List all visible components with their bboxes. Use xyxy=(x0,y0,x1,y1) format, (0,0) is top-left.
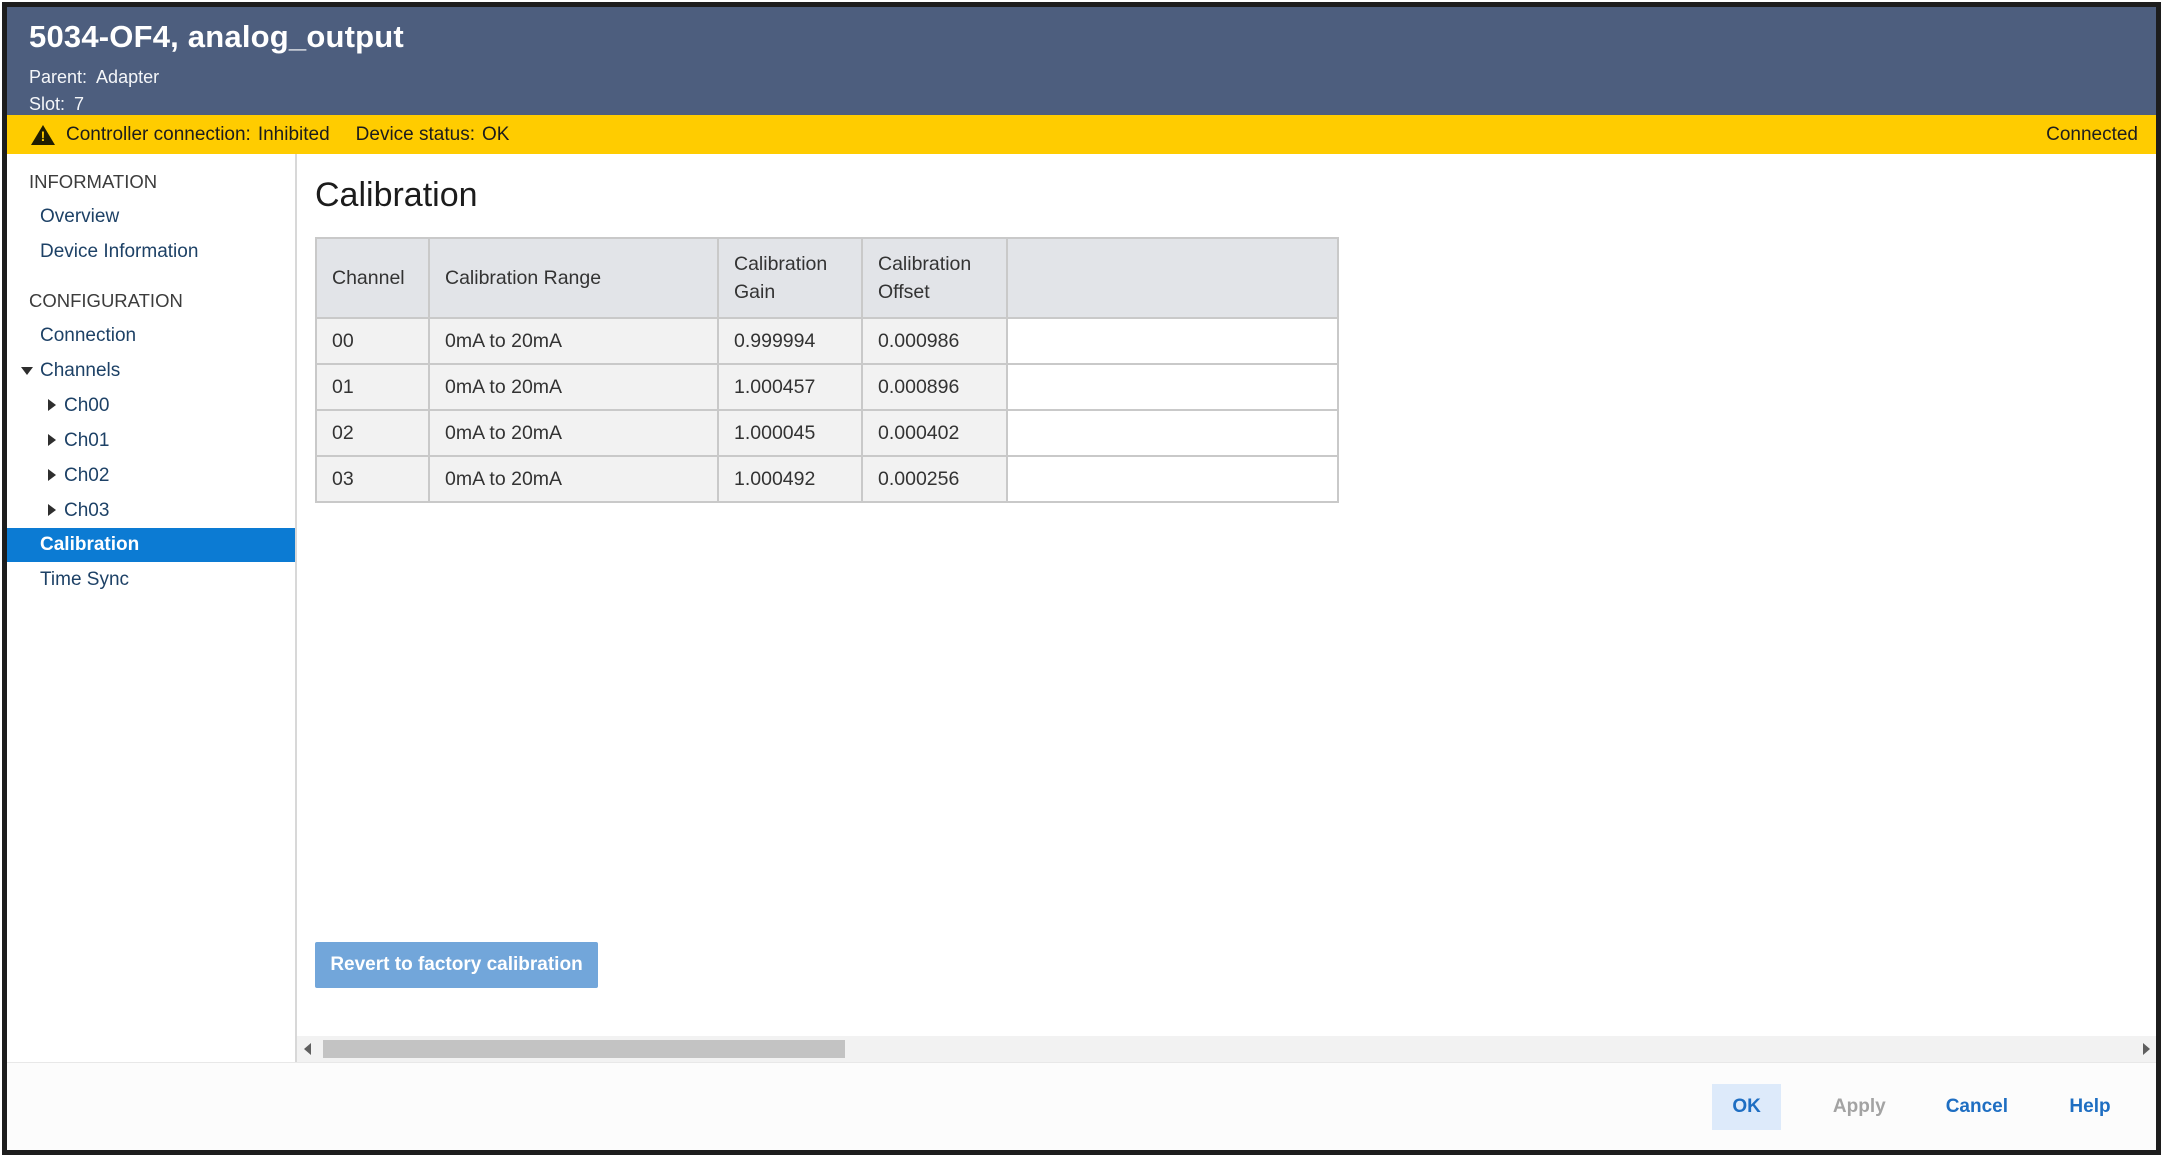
sidebar-item-ch03[interactable]: Ch03 xyxy=(7,493,295,528)
page-title: Calibration xyxy=(315,176,2156,215)
sidebar-header-configuration: CONFIGURATION xyxy=(7,283,295,318)
device-status-value: OK xyxy=(482,124,509,146)
calibration-page: Calibration Channel Calibration Range Ca… xyxy=(297,154,2156,1036)
sidebar-item-label: Ch02 xyxy=(64,465,109,486)
cell-channel: 03 xyxy=(316,456,429,502)
cell-gain: 0.999994 xyxy=(718,318,862,364)
warning-triangle-icon: ! xyxy=(31,124,55,145)
parent-field: Parent: Adapter xyxy=(29,64,2156,91)
cell-range: 0mA to 20mA xyxy=(429,364,718,410)
table-header-row: Channel Calibration Range Calibration Ga… xyxy=(316,238,1338,318)
cell-offset: 0.000986 xyxy=(862,318,1007,364)
sidebar-section-configuration: CONFIGURATION Connection Channels Ch00 C… xyxy=(7,283,295,597)
module-properties-window: 5034-OF4, analog_output Parent: Adapter S… xyxy=(2,2,2161,1155)
sidebar-item-label: Channels xyxy=(40,360,120,381)
parent-label: Parent: xyxy=(29,67,87,87)
scroll-left-arrow-icon[interactable] xyxy=(297,1036,317,1062)
sidebar-item-label: Ch00 xyxy=(64,395,109,416)
chevron-right-icon[interactable] xyxy=(48,469,56,481)
horizontal-scrollbar[interactable] xyxy=(297,1036,2156,1062)
sidebar-item-calibration[interactable]: Calibration xyxy=(7,528,295,562)
sidebar-item-channels[interactable]: Channels xyxy=(7,353,295,388)
dialog-footer: OK Apply Cancel Help xyxy=(7,1062,2156,1150)
cell-gain: 1.000045 xyxy=(718,410,862,456)
dialog-body: INFORMATION Overview Device Information … xyxy=(7,154,2156,1062)
cell-channel: 01 xyxy=(316,364,429,410)
sidebar-header-information: INFORMATION xyxy=(7,164,295,199)
cell-gain: 1.000457 xyxy=(718,364,862,410)
connection-state-badge: Connected xyxy=(2046,124,2140,146)
scroll-right-arrow-icon[interactable] xyxy=(2136,1036,2156,1062)
chevron-right-icon[interactable] xyxy=(48,504,56,516)
cell-empty xyxy=(1007,456,1338,502)
controller-connection-status: Controller connection: Inhibited xyxy=(66,124,330,146)
table-row[interactable]: 03 0mA to 20mA 1.000492 0.000256 xyxy=(316,456,1338,502)
cell-range: 0mA to 20mA xyxy=(429,456,718,502)
status-warning-bar: ! Controller connection: Inhibited Devic… xyxy=(7,115,2156,154)
chevron-down-icon[interactable] xyxy=(21,367,33,375)
cell-range: 0mA to 20mA xyxy=(429,318,718,364)
device-status: Device status: OK xyxy=(356,124,510,146)
table-row[interactable]: 01 0mA to 20mA 1.000457 0.000896 xyxy=(316,364,1338,410)
cell-channel: 00 xyxy=(316,318,429,364)
chevron-right-icon[interactable] xyxy=(48,399,56,411)
controller-connection-value: Inhibited xyxy=(258,124,330,146)
table-row[interactable]: 00 0mA to 20mA 0.999994 0.000986 xyxy=(316,318,1338,364)
sidebar-item-label: Ch03 xyxy=(64,500,109,521)
main-pane: Calibration Channel Calibration Range Ca… xyxy=(297,154,2156,1062)
chevron-right-icon[interactable] xyxy=(48,434,56,446)
window-title: 5034-OF4, analog_output xyxy=(29,19,2156,55)
col-header-calibration-range: Calibration Range xyxy=(429,238,718,318)
cell-empty xyxy=(1007,318,1338,364)
titlebar: 5034-OF4, analog_output Parent: Adapter S… xyxy=(7,7,2156,115)
cell-offset: 0.000402 xyxy=(862,410,1007,456)
apply-button[interactable]: Apply xyxy=(1825,1084,1894,1130)
cell-gain: 1.000492 xyxy=(718,456,862,502)
slot-label: Slot: xyxy=(29,94,65,114)
slot-value: 7 xyxy=(74,94,84,114)
sidebar-item-overview[interactable]: Overview xyxy=(7,199,295,234)
cell-empty xyxy=(1007,410,1338,456)
cancel-button[interactable]: Cancel xyxy=(1938,1084,2016,1130)
sidebar-item-ch00[interactable]: Ch00 xyxy=(7,388,295,423)
revert-to-factory-calibration-button[interactable]: Revert to factory calibration xyxy=(315,942,598,988)
col-header-calibration-gain: Calibration Gain xyxy=(718,238,862,318)
ok-button[interactable]: OK xyxy=(1712,1084,1781,1130)
navigation-sidebar: INFORMATION Overview Device Information … xyxy=(7,154,297,1062)
cell-empty xyxy=(1007,364,1338,410)
slot-field: Slot: 7 xyxy=(29,91,2156,118)
cell-offset: 0.000896 xyxy=(862,364,1007,410)
cell-offset: 0.000256 xyxy=(862,456,1007,502)
sidebar-item-device-information[interactable]: Device Information xyxy=(7,234,295,269)
sidebar-item-ch01[interactable]: Ch01 xyxy=(7,423,295,458)
sidebar-item-label: Ch01 xyxy=(64,430,109,451)
sidebar-item-ch02[interactable]: Ch02 xyxy=(7,458,295,493)
table-row[interactable]: 02 0mA to 20mA 1.000045 0.000402 xyxy=(316,410,1338,456)
controller-connection-label: Controller connection: xyxy=(66,124,251,146)
cell-channel: 02 xyxy=(316,410,429,456)
scrollbar-thumb[interactable] xyxy=(323,1040,845,1058)
col-header-channel: Channel xyxy=(316,238,429,318)
sidebar-section-information: INFORMATION Overview Device Information xyxy=(7,164,295,269)
parent-value: Adapter xyxy=(96,67,159,87)
col-header-calibration-offset: Calibration Offset xyxy=(862,238,1007,318)
col-header-empty xyxy=(1007,238,1338,318)
sidebar-item-time-sync[interactable]: Time Sync xyxy=(7,562,295,597)
cell-range: 0mA to 20mA xyxy=(429,410,718,456)
sidebar-item-connection[interactable]: Connection xyxy=(7,318,295,353)
device-status-label: Device status: xyxy=(356,124,475,146)
calibration-table: Channel Calibration Range Calibration Ga… xyxy=(315,237,1339,503)
help-button[interactable]: Help xyxy=(2060,1084,2120,1130)
